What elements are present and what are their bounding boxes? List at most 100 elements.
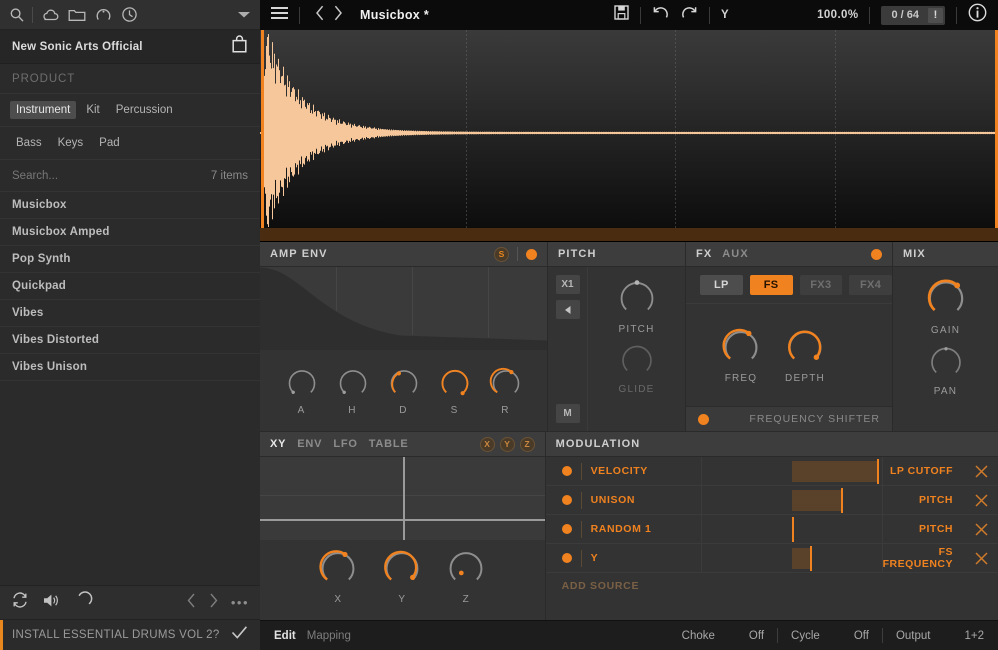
fx-slot-fx4[interactable]: FX4 [849, 275, 892, 295]
voice-warning-button[interactable]: ! [928, 7, 943, 23]
mod-source[interactable]: Y [591, 552, 701, 564]
mod-source[interactable]: VELOCITY [591, 465, 701, 477]
fx-enable-led[interactable] [871, 248, 882, 260]
add-source-button[interactable]: ADD SOURCE [546, 573, 998, 599]
speaker-icon[interactable] [42, 592, 62, 614]
zoom-value[interactable]: 100.0% [817, 9, 858, 21]
badge-x[interactable]: X [479, 436, 495, 452]
knob-pitch-dial[interactable] [616, 277, 658, 319]
knob-s[interactable]: S [438, 366, 472, 416]
search-icon[interactable] [9, 7, 25, 23]
chevron-left-icon[interactable] [311, 5, 329, 26]
knob-z[interactable]: Z [445, 547, 487, 605]
folder-icon[interactable] [68, 8, 86, 22]
xy-pad[interactable] [260, 457, 545, 540]
knob-depth-dial[interactable] [784, 326, 826, 368]
tab-mapping[interactable]: Mapping [307, 630, 351, 642]
notification-bar[interactable]: INSTALL ESSENTIAL DRUMS VOL 2? [0, 619, 260, 650]
mod-amount-slider[interactable] [700, 543, 883, 573]
cycle-value[interactable]: Off [854, 630, 869, 642]
knob-gain-dial[interactable] [924, 276, 968, 320]
knob-glide[interactable]: GLIDE [618, 341, 656, 395]
knob-d-dial[interactable] [387, 366, 421, 400]
knob-icon[interactable] [95, 6, 112, 23]
table-row[interactable]: VELOCITY LP CUTOFF [545, 456, 998, 486]
tab-edit[interactable]: Edit [274, 630, 296, 642]
more-options-icon[interactable]: ••• [231, 595, 249, 610]
close-x-icon[interactable] [964, 522, 998, 536]
knob-y[interactable]: Y [381, 547, 423, 605]
knob-h-dial[interactable] [336, 366, 370, 400]
knob-freq-dial[interactable] [720, 326, 762, 368]
knob-r-dial[interactable] [489, 366, 523, 400]
tab-fx[interactable]: FX [696, 248, 712, 260]
triangle-left-icon[interactable] [555, 300, 580, 319]
tab-xy[interactable]: XY [270, 438, 286, 450]
mod-source[interactable]: RANDOM 1 [591, 523, 701, 535]
mod-source[interactable]: UNISON [591, 494, 701, 506]
list-item[interactable]: Vibes Unison [0, 354, 260, 381]
list-item[interactable]: Pop Synth [0, 246, 260, 273]
checkmark-icon[interactable] [231, 625, 248, 645]
fx-slot-fs[interactable]: FS [749, 275, 793, 295]
waveform-display[interactable] [260, 30, 998, 242]
undo-icon[interactable] [652, 5, 669, 25]
knob-s-dial[interactable] [438, 366, 472, 400]
fx-effect-enable-led[interactable] [698, 413, 709, 425]
knob-glide-dial[interactable] [618, 341, 656, 379]
next-arrow-icon[interactable] [209, 593, 218, 613]
tab-lfo[interactable]: LFO [333, 438, 357, 450]
tab-env[interactable]: ENV [297, 438, 322, 450]
filter-kit[interactable]: Kit [80, 101, 105, 119]
account-row[interactable]: New Sonic Arts Official [0, 30, 260, 64]
mod-amount-slider[interactable] [700, 514, 883, 544]
chevron-right-icon[interactable] [329, 5, 347, 26]
sustain-badge[interactable]: S [494, 246, 509, 262]
close-x-icon[interactable] [964, 551, 998, 565]
knob-depth[interactable]: DEPTH [784, 326, 826, 384]
refresh-icon[interactable] [11, 591, 29, 614]
table-row[interactable]: Y FS FREQUENCY [545, 543, 998, 573]
badge-y[interactable]: Y [499, 436, 515, 452]
hamburger-menu-icon[interactable] [271, 6, 288, 25]
prev-arrow-icon[interactable] [187, 593, 196, 613]
output-value[interactable]: 1+2 [964, 630, 984, 642]
voice-counter[interactable]: 0 / 64 ! [881, 5, 945, 25]
list-item[interactable]: Vibes Distorted [0, 327, 260, 354]
filter-keys[interactable]: Keys [52, 134, 90, 152]
mod-source-label[interactable]: Y [721, 9, 729, 21]
list-item[interactable]: Musicbox [0, 192, 260, 219]
mod-enable-led[interactable] [561, 466, 572, 476]
badge-z[interactable]: Z [519, 436, 535, 452]
amp-env-curve[interactable] [260, 267, 547, 350]
loading-spinner-icon[interactable] [75, 591, 93, 614]
filter-pad[interactable]: Pad [93, 134, 125, 152]
table-row[interactable]: RANDOM 1 PITCH [545, 514, 998, 544]
cloud-icon[interactable] [40, 8, 59, 22]
mod-destination[interactable]: LP CUTOFF [883, 465, 964, 477]
knob-a-dial[interactable] [285, 366, 319, 400]
mod-enable-led[interactable] [561, 495, 572, 505]
knob-pan-dial[interactable] [927, 343, 965, 381]
redo-icon[interactable] [681, 5, 698, 25]
close-x-icon[interactable] [964, 493, 998, 507]
search-row[interactable]: Search... 7 items [0, 160, 260, 192]
list-item[interactable]: Quickpad [0, 273, 260, 300]
tab-aux[interactable]: AUX [722, 248, 749, 260]
filter-instrument[interactable]: Instrument [10, 101, 77, 119]
mod-enable-led[interactable] [561, 524, 572, 534]
fx-slot-fx3[interactable]: FX3 [799, 275, 843, 295]
shopping-bag-icon[interactable] [231, 35, 248, 58]
knob-x-dial[interactable] [317, 547, 359, 589]
knob-freq[interactable]: FREQ [720, 326, 762, 384]
mod-destination[interactable]: FS FREQUENCY [883, 546, 964, 570]
mod-destination[interactable]: PITCH [883, 523, 964, 535]
mod-destination[interactable]: PITCH [883, 494, 964, 506]
chevron-down-icon[interactable] [237, 10, 251, 19]
knob-h[interactable]: H [336, 366, 370, 416]
mod-amount-slider[interactable] [700, 485, 883, 515]
octave-button[interactable]: X1 [555, 275, 580, 294]
xy-cursor-vertical[interactable] [403, 457, 405, 540]
knob-d[interactable]: D [387, 366, 421, 416]
knob-a[interactable]: A [285, 366, 319, 416]
